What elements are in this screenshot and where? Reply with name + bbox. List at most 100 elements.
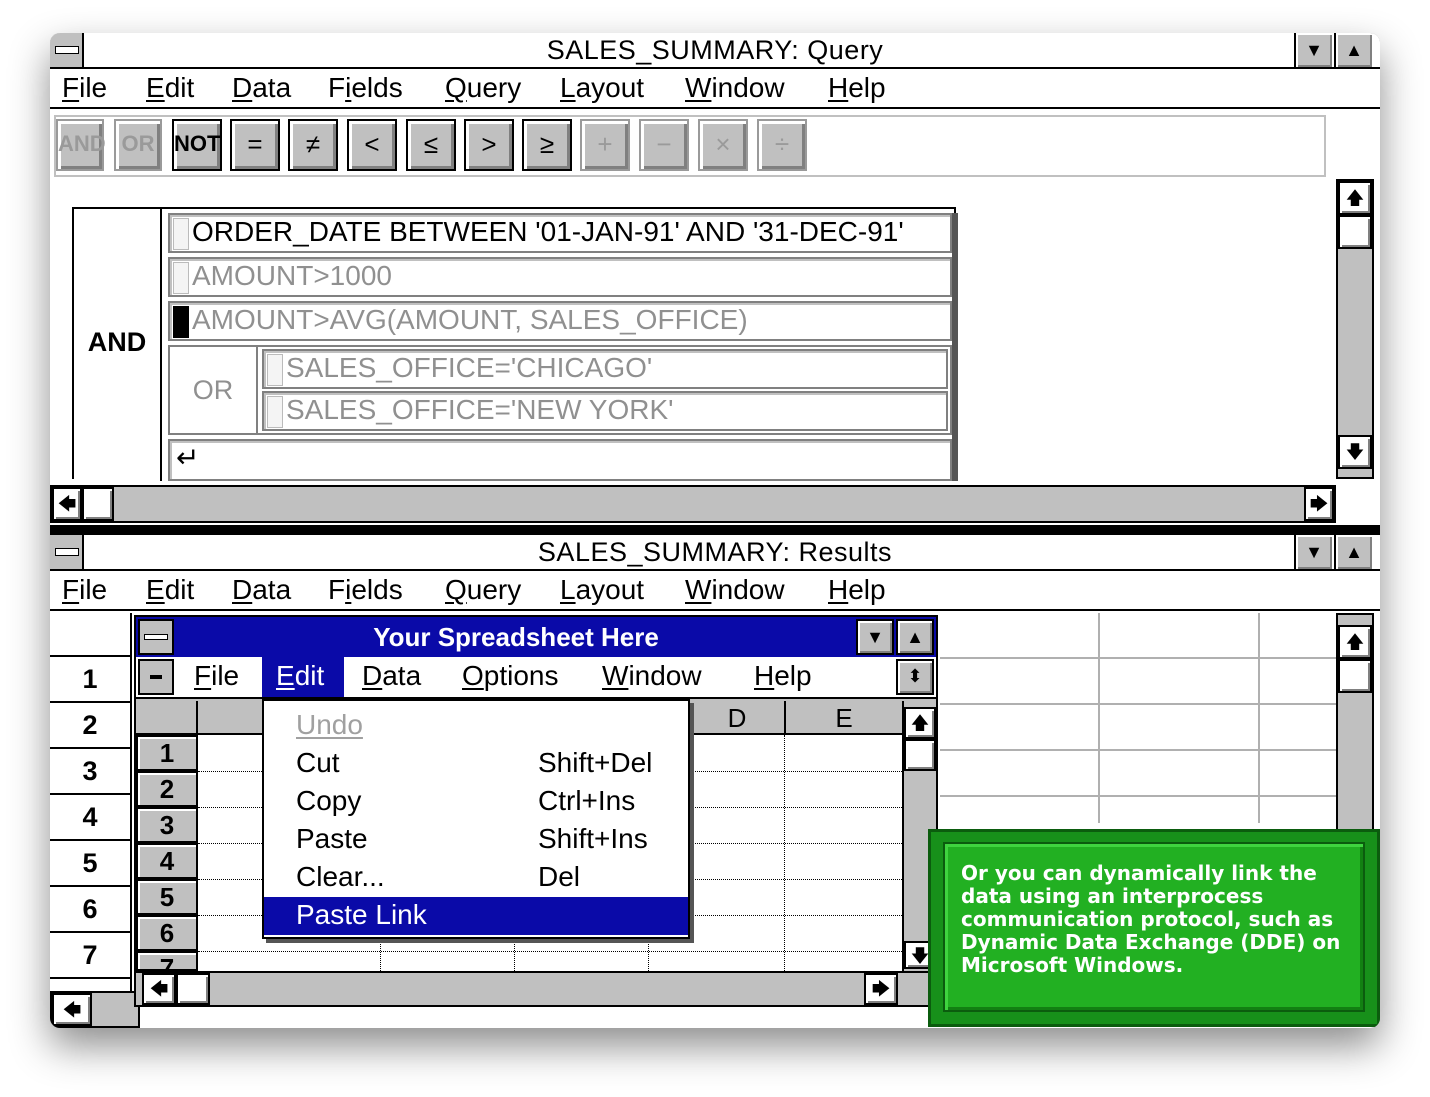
scrollbar-thumb[interactable]	[904, 739, 936, 771]
menu-item-paste-link[interactable]: Paste Link	[264, 897, 688, 935]
toolbar-greater-than-button[interactable]: >	[464, 119, 514, 171]
menu-data[interactable]: Data	[232, 573, 291, 607]
toolbar-and-button[interactable]: AND	[56, 119, 106, 171]
row-header[interactable]: 7	[50, 933, 130, 979]
query-vertical-scrollbar[interactable]: 🡅 🡇	[1336, 179, 1374, 479]
toolbar-less-than-button[interactable]: <	[347, 119, 397, 171]
row-header[interactable]: 2	[50, 703, 130, 749]
menu-fields[interactable]: Fields	[328, 573, 403, 607]
scrollbar-thumb[interactable]	[1338, 215, 1372, 249]
menu-help[interactable]: Help	[828, 573, 886, 607]
sheet-row-header[interactable]: 2	[136, 771, 198, 807]
menu-layout[interactable]: Layout	[560, 71, 644, 105]
ss-menu-options[interactable]: Options	[462, 659, 559, 693]
ss-menu-file[interactable]: File	[194, 659, 239, 693]
menu-window[interactable]: Window	[685, 71, 785, 105]
menu-edit[interactable]: Edit	[146, 71, 194, 105]
criteria-row[interactable]: AMOUNT>AVG(AMOUNT, SALES_OFFICE)	[168, 301, 952, 341]
menu-file[interactable]: File	[62, 573, 107, 607]
query-horizontal-scrollbar[interactable]: 🡄 🡆	[50, 485, 1336, 523]
menu-edit[interactable]: Edit	[146, 573, 194, 607]
spreadsheet-title-bar[interactable]: Your Spreadsheet Here ▼ ▲	[136, 617, 936, 657]
results-vertical-scrollbar[interactable]: 🡅	[1336, 613, 1374, 853]
toolbar-plus-button[interactable]: +	[580, 119, 630, 171]
ss-menu-help[interactable]: Help	[754, 659, 812, 693]
menu-query[interactable]: Query	[445, 573, 521, 607]
toolbar-less-equal-button[interactable]: ≤	[406, 119, 456, 171]
system-menu-icon[interactable]	[138, 619, 174, 655]
scroll-right-icon[interactable]: 🡆	[1304, 487, 1334, 521]
results-horizontal-scrollbar[interactable]: 🡄	[50, 991, 140, 1028]
column-header[interactable]: D	[688, 701, 784, 735]
menu-item-cut[interactable]: Cut	[296, 745, 340, 781]
sheet-row-header[interactable]: 3	[136, 807, 198, 843]
document-menu-icon[interactable]	[138, 659, 174, 695]
ss-menu-edit[interactable]: Edit	[262, 657, 344, 697]
scroll-down-icon[interactable]: 🡇	[1338, 435, 1372, 469]
menu-item-clear[interactable]: Clear...	[296, 859, 385, 895]
row-header[interactable]: 5	[50, 841, 130, 887]
criteria-row[interactable]: SALES_OFFICE='NEW YORK'	[262, 391, 948, 431]
menu-data[interactable]: Data	[232, 71, 291, 105]
toolbar-divide-button[interactable]: ÷	[757, 119, 807, 171]
toolbar-minus-button[interactable]: −	[639, 119, 689, 171]
scroll-right-icon[interactable]: 🡆	[864, 973, 898, 1005]
toolbar-multiply-button[interactable]: ×	[698, 119, 748, 171]
toolbar-not-button[interactable]: NOT	[172, 119, 222, 171]
sheet-row-header[interactable]: 7	[136, 951, 198, 971]
criteria-row[interactable]: ORDER_DATE BETWEEN '01-JAN-91' AND '31-D…	[168, 213, 952, 253]
new-criteria-row[interactable]: ↵	[168, 439, 952, 481]
criteria-row[interactable]: AMOUNT>1000	[168, 257, 952, 297]
menu-shortcut: Shift+Del	[538, 747, 653, 778]
menu-item-copy[interactable]: Copy	[296, 783, 361, 819]
spreadsheet-menu-bar: File Edit Data Options Window Help ⬍	[136, 657, 936, 699]
scroll-left-icon[interactable]: 🡄	[142, 973, 176, 1005]
scroll-up-icon[interactable]: 🡅	[1338, 625, 1372, 659]
row-header[interactable]: 4	[50, 795, 130, 841]
sheet-horizontal-scrollbar[interactable]: 🡄 🡆	[136, 971, 936, 1005]
menu-file[interactable]: File	[62, 71, 107, 105]
minimize-icon[interactable]: ▼	[1294, 535, 1332, 569]
column-header[interactable]: E	[784, 701, 902, 735]
minimize-icon[interactable]: ▼	[1294, 33, 1332, 67]
maximize-icon[interactable]: ▲	[1334, 33, 1372, 67]
maximize-icon[interactable]: ▲	[1334, 535, 1372, 569]
scroll-up-icon[interactable]: 🡅	[1338, 181, 1372, 215]
sheet-row-header[interactable]: 5	[136, 879, 198, 915]
criteria-row[interactable]: SALES_OFFICE='CHICAGO'	[262, 349, 948, 389]
row-header[interactable]: 6	[50, 887, 130, 933]
row-header[interactable]: 3	[50, 749, 130, 795]
sheet-row-header[interactable]: 4	[136, 843, 198, 879]
menu-layout[interactable]: Layout	[560, 573, 644, 607]
scroll-left-icon[interactable]: 🡄	[52, 993, 92, 1026]
scroll-left-icon[interactable]: 🡄	[52, 487, 82, 521]
toolbar-not-equals-button[interactable]: ≠	[288, 119, 338, 171]
sheet-row-header[interactable]: 1	[136, 735, 198, 771]
menu-fields[interactable]: Fields	[328, 71, 403, 105]
toolbar-equals-button[interactable]: =	[230, 119, 280, 171]
sheet-row-header[interactable]: 6	[136, 915, 198, 951]
toolbar-or-button[interactable]: OR	[114, 119, 162, 171]
menu-query[interactable]: Query	[445, 71, 521, 105]
spreadsheet-title: Your Spreadsheet Here	[373, 622, 659, 652]
toolbar-greater-equal-button[interactable]: ≥	[522, 119, 572, 171]
minimize-icon[interactable]: ▼	[856, 619, 894, 655]
corner-cell[interactable]	[136, 701, 198, 735]
menu-item-undo[interactable]: Undo	[296, 707, 363, 743]
query-menu-bar: File Edit Data Fields Query Layout Windo…	[50, 69, 1380, 109]
results-title-bar[interactable]: SALES_SUMMARY: Results ▼ ▲	[50, 535, 1380, 571]
query-title-bar[interactable]: SALES_SUMMARY: Query ▼ ▲	[50, 33, 1380, 69]
menu-shortcut: Shift+Ins	[538, 823, 648, 854]
maximize-icon[interactable]: ▲	[896, 619, 934, 655]
scroll-up-icon[interactable]: 🡅	[904, 707, 936, 739]
ss-menu-data[interactable]: Data	[362, 659, 421, 693]
ss-menu-window[interactable]: Window	[602, 659, 702, 693]
scrollbar-thumb[interactable]	[82, 487, 114, 521]
scrollbar-thumb[interactable]	[1338, 659, 1372, 693]
menu-item-paste[interactable]: Paste	[296, 821, 368, 857]
menu-help[interactable]: Help	[828, 71, 886, 105]
menu-window[interactable]: Window	[685, 573, 785, 607]
row-header[interactable]: 1	[50, 657, 130, 703]
scrollbar-thumb[interactable]	[176, 973, 210, 1005]
restore-icon[interactable]: ⬍	[896, 659, 934, 695]
